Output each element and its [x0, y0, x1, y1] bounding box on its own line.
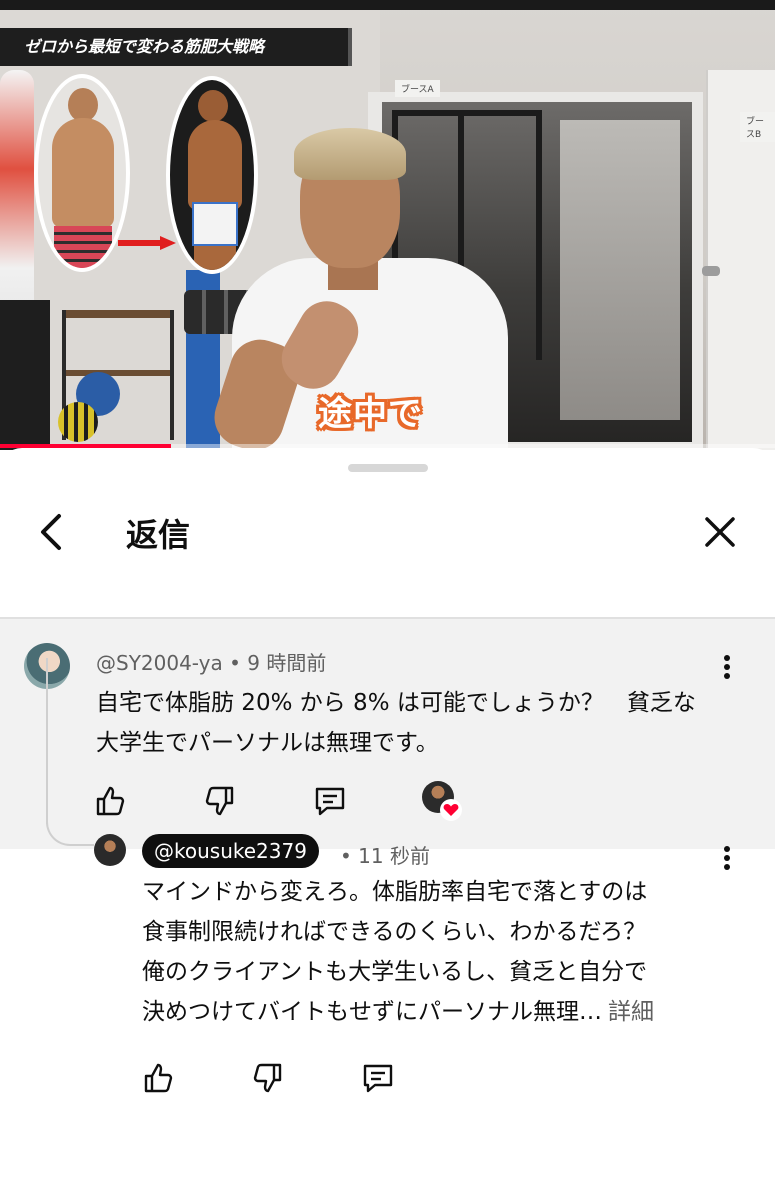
video-caption: 途中で	[318, 394, 423, 434]
thumbs-up-icon	[144, 1063, 173, 1093]
comment-text: 自宅で体脂肪 20% から 8% は可能でしょうか？ 貧乏な大学生でパーソナルは…	[96, 690, 696, 756]
transformation-arrow-icon	[118, 236, 176, 250]
thumbs-down-icon	[205, 786, 234, 816]
reply-line: 食事制限続ければできるのくらい、わかるだろ？	[142, 919, 647, 945]
more-vertical-icon	[724, 846, 730, 870]
meta-separator: •	[229, 651, 241, 675]
presenter-hair	[294, 128, 406, 180]
before-photo	[34, 74, 130, 272]
video-player[interactable]: ブースA ブースB ゼロから最短で変わる筋肥大戦略 途中で	[0, 0, 775, 450]
after-photo	[166, 76, 258, 274]
more-vertical-icon	[724, 655, 730, 679]
thumbs-up-icon	[96, 786, 125, 816]
video-bench	[0, 300, 50, 450]
back-button[interactable]	[24, 508, 80, 556]
video-medicine-ball	[58, 402, 98, 442]
comment-time: 11 秒前	[358, 844, 430, 868]
booth-b-sign: ブースB	[740, 112, 775, 142]
parent-comment: @SY2004-ya • 9 時間前 自宅で体脂肪 20% から 8% は可能で…	[0, 619, 775, 849]
creator-heart-badge	[420, 781, 462, 821]
avatar[interactable]	[94, 834, 126, 866]
sheet-header: 返信	[0, 488, 775, 619]
status-strip	[0, 0, 775, 10]
thumbs-down-icon	[253, 1063, 282, 1093]
reply-button[interactable]	[310, 781, 350, 821]
dislike-button[interactable]	[200, 781, 240, 821]
reply-button[interactable]	[358, 1058, 398, 1098]
like-button[interactable]	[90, 781, 130, 821]
comment-meta: @SY2004-ya • 9 時間前	[96, 647, 326, 676]
reply-icon	[363, 1064, 393, 1093]
reply-text: マインドから変えろ。体脂肪率自宅で落とすのは 食事制限続ければできるのくらい、わ…	[142, 872, 732, 1032]
reply-line: 俺のクライアントも大学生いるし、貧乏と自分で	[142, 959, 648, 985]
chevron-left-icon	[41, 514, 61, 550]
comment-time: 9 時間前	[247, 651, 327, 675]
close-button[interactable]	[694, 508, 746, 556]
dislike-button[interactable]	[248, 1058, 288, 1098]
booth-a-sign: ブースA	[395, 80, 440, 97]
reply-line-text: 決めつけてバイトもせずにパーソナル無理…	[142, 999, 602, 1025]
sheet-title: 返信	[126, 516, 191, 554]
drag-handle[interactable]	[348, 464, 428, 472]
more-options-button[interactable]	[712, 647, 742, 687]
comment-meta: • 11 秒前	[340, 840, 430, 869]
comment-actions	[90, 781, 462, 821]
reply-line-last: 決めつけてバイトもせずにパーソナル無理… 詳細	[142, 992, 732, 1032]
reply-author-chip[interactable]: @kousuke2379	[142, 834, 319, 868]
like-button[interactable]	[138, 1058, 178, 1098]
thread-connector	[46, 800, 94, 846]
video-title-banner: ゼロから最短で変わる筋肥大戦略	[0, 28, 352, 66]
reply-actions	[138, 1058, 468, 1098]
read-more-link[interactable]: 詳細	[608, 999, 654, 1025]
video-window	[560, 120, 680, 420]
meta-separator: •	[340, 844, 352, 868]
video-door-knob	[702, 266, 720, 276]
reply-icon	[315, 787, 345, 816]
comment-author[interactable]: @SY2004-ya	[96, 651, 223, 675]
close-icon	[705, 517, 735, 547]
heart-icon	[440, 799, 462, 821]
reply-line: マインドから変えろ。体脂肪率自宅で落とすのは	[142, 879, 648, 905]
replies-sheet: 返信 @SY2004-ya • 9 時間前 自宅で体脂肪 20% から 8% は…	[0, 448, 775, 1200]
